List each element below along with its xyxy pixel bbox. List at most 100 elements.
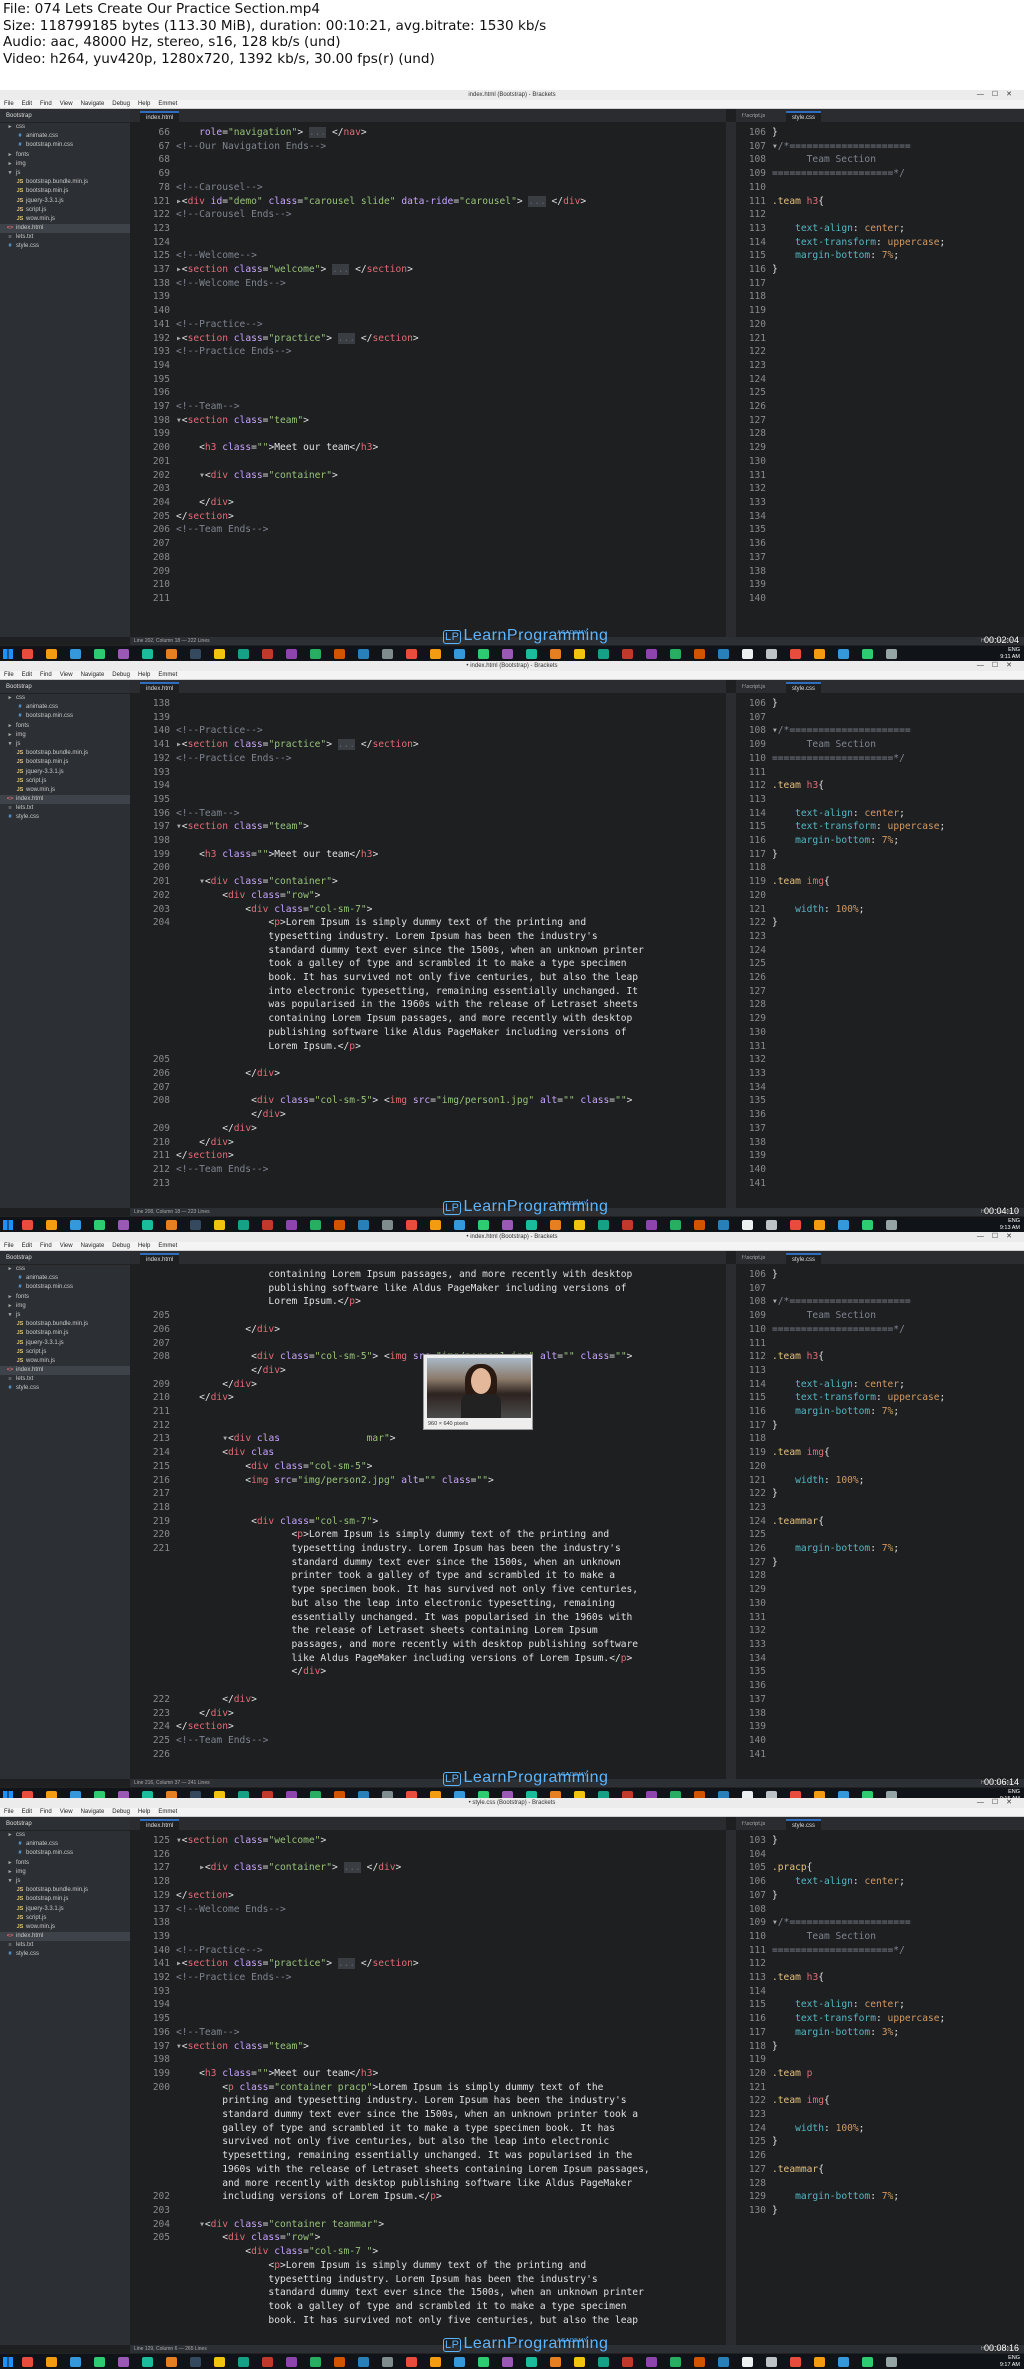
menu-file[interactable]: File <box>4 1808 14 1817</box>
taskbar-app-icon[interactable] <box>262 649 273 659</box>
menu-debug[interactable]: Debug <box>112 100 130 109</box>
pane-divider[interactable] <box>726 122 736 637</box>
window-controls[interactable]: —☐✕ <box>977 1798 1020 1808</box>
taskbar-app-icon[interactable] <box>766 649 777 659</box>
file-tree-item[interactable]: # bootstrap.min.css <box>0 712 130 721</box>
taskbar-app-icon[interactable] <box>22 2357 33 2367</box>
file-tree-item[interactable]: ▾ js <box>0 169 130 178</box>
tab-index-html[interactable]: index.html <box>140 1253 180 1264</box>
code-css[interactable]: } ▾/*===================== Team Section … <box>772 693 945 930</box>
taskbar-app-icon[interactable] <box>166 649 177 659</box>
taskbar-app-icon[interactable] <box>94 2357 105 2367</box>
file-tree-item[interactable]: ≡ lets.txt <box>0 1941 130 1950</box>
taskbar-app-icon[interactable] <box>310 649 321 659</box>
taskbar-app-icon[interactable] <box>694 1220 705 1230</box>
file-tree-item[interactable]: ≡ lets.txt <box>0 1375 130 1384</box>
taskbar-app-icon[interactable] <box>598 2357 609 2367</box>
file-tree-item[interactable]: JS bootstrap.bundle.min.js <box>0 1886 130 1895</box>
taskbar-app-icon[interactable] <box>70 649 81 659</box>
taskbar-app-icon[interactable] <box>838 1220 849 1230</box>
pane-divider[interactable] <box>726 693 736 1208</box>
file-tree-item[interactable]: JS wow.min.js <box>0 1357 130 1366</box>
menu-navigate[interactable]: Navigate <box>81 671 105 680</box>
file-tree-item[interactable]: JS script.js <box>0 1914 130 1923</box>
taskbar-app-icon[interactable] <box>454 1220 465 1230</box>
windows-start-icon[interactable] <box>3 1220 13 1230</box>
taskbar-app-icon[interactable] <box>718 649 729 659</box>
menu-emmet[interactable]: Emmet <box>158 100 177 109</box>
file-tree-item[interactable]: # bootstrap.min.css <box>0 1283 130 1292</box>
file-tree-item[interactable]: <> index.html <box>0 224 130 234</box>
menu-help[interactable]: Help <box>138 671 150 680</box>
file-tree-item[interactable]: # style.css <box>0 242 130 251</box>
taskbar-app-icon[interactable] <box>46 649 57 659</box>
left-editor-pane[interactable]: 66 67 68 69 78 121 122 123 124 125 137 1… <box>130 122 726 637</box>
taskbar-app-icon[interactable] <box>862 1220 873 1230</box>
file-tree-item[interactable]: JS jquery-3.3.1.js <box>0 1905 130 1914</box>
windows-start-icon[interactable] <box>3 2357 13 2367</box>
taskbar-app-icon[interactable] <box>454 2357 465 2367</box>
taskbar-app-icon[interactable] <box>886 1220 897 1230</box>
menu-edit[interactable]: Edit <box>22 671 32 680</box>
file-tree-item[interactable]: ▸ fonts <box>0 1293 130 1302</box>
taskbar-app-icon[interactable] <box>790 1220 801 1230</box>
taskbar-app-icon[interactable] <box>286 1220 297 1230</box>
menu-find[interactable]: Find <box>40 1242 52 1251</box>
menu-debug[interactable]: Debug <box>112 1242 130 1251</box>
taskbar-app-icon[interactable] <box>430 2357 441 2367</box>
menu-find[interactable]: Find <box>40 100 52 109</box>
menu-help[interactable]: Help <box>138 100 150 109</box>
taskbar-app-icon[interactable] <box>382 1220 393 1230</box>
tab-script-js[interactable]: f:\script.js <box>742 683 765 692</box>
taskbar-app-icon[interactable] <box>478 2357 489 2367</box>
taskbar-app-icon[interactable] <box>238 1220 249 1230</box>
taskbar-app-icon[interactable] <box>406 649 417 659</box>
taskbar-app-icon[interactable] <box>670 649 681 659</box>
taskbar-app-icon[interactable] <box>286 2357 297 2367</box>
taskbar-app-icon[interactable] <box>790 2357 801 2367</box>
menu-view[interactable]: View <box>60 100 73 109</box>
taskbar-app-icon[interactable] <box>262 1220 273 1230</box>
taskbar-app-icon[interactable] <box>70 2357 81 2367</box>
taskbar-app-icon[interactable] <box>694 2357 705 2367</box>
taskbar-app-icon[interactable] <box>22 1220 33 1230</box>
file-tree-item[interactable]: JS script.js <box>0 1348 130 1357</box>
file-tree-item[interactable]: JS bootstrap.min.js <box>0 758 130 767</box>
file-tree-item[interactable]: # style.css <box>0 1384 130 1393</box>
file-tree-item[interactable]: ▸ css <box>0 694 130 703</box>
menu-navigate[interactable]: Navigate <box>81 1808 105 1817</box>
taskbar-app-icon[interactable] <box>238 649 249 659</box>
taskbar-app-icon[interactable] <box>214 649 225 659</box>
file-tree-item[interactable]: JS bootstrap.min.js <box>0 1329 130 1338</box>
menu-view[interactable]: View <box>60 1242 73 1251</box>
taskbar-app-icon[interactable] <box>502 2357 513 2367</box>
file-tree-item[interactable]: # style.css <box>0 1950 130 1959</box>
taskbar-app-icon[interactable] <box>334 1220 345 1230</box>
taskbar-app-icon[interactable] <box>838 2357 849 2367</box>
taskbar-app-icon[interactable] <box>358 649 369 659</box>
taskbar-app-icon[interactable] <box>718 2357 729 2367</box>
code-css[interactable]: } ▾/*===================== Team Section … <box>772 122 945 277</box>
taskbar-app-icon[interactable] <box>886 2357 897 2367</box>
menu-navigate[interactable]: Navigate <box>81 1242 105 1251</box>
taskbar-app-icon[interactable] <box>862 2357 873 2367</box>
file-tree-item[interactable]: ▸ fonts <box>0 722 130 731</box>
file-tree-item[interactable]: JS jquery-3.3.1.js <box>0 197 130 206</box>
file-tree-item[interactable]: JS wow.min.js <box>0 215 130 224</box>
file-tree-item[interactable]: ≡ lets.txt <box>0 233 130 242</box>
file-tree-item[interactable]: ≡ lets.txt <box>0 804 130 813</box>
menu-file[interactable]: File <box>4 100 14 109</box>
taskbar-app-icon[interactable] <box>622 2357 633 2367</box>
file-tree-item[interactable]: ▸ fonts <box>0 151 130 160</box>
taskbar-app-icon[interactable] <box>214 1220 225 1230</box>
code-html[interactable]: <!--Practice--> ▸<section class="practic… <box>176 693 644 1177</box>
taskbar-app-icon[interactable] <box>814 2357 825 2367</box>
taskbar-app-icon[interactable] <box>46 1220 57 1230</box>
file-tree-item[interactable]: # bootstrap.min.css <box>0 1849 130 1858</box>
taskbar-app-icon[interactable] <box>574 649 585 659</box>
menu-debug[interactable]: Debug <box>112 671 130 680</box>
menu-navigate[interactable]: Navigate <box>81 100 105 109</box>
file-tree-item[interactable]: JS jquery-3.3.1.js <box>0 768 130 777</box>
file-tree-item[interactable]: JS wow.min.js <box>0 786 130 795</box>
menu-emmet[interactable]: Emmet <box>158 1242 177 1251</box>
